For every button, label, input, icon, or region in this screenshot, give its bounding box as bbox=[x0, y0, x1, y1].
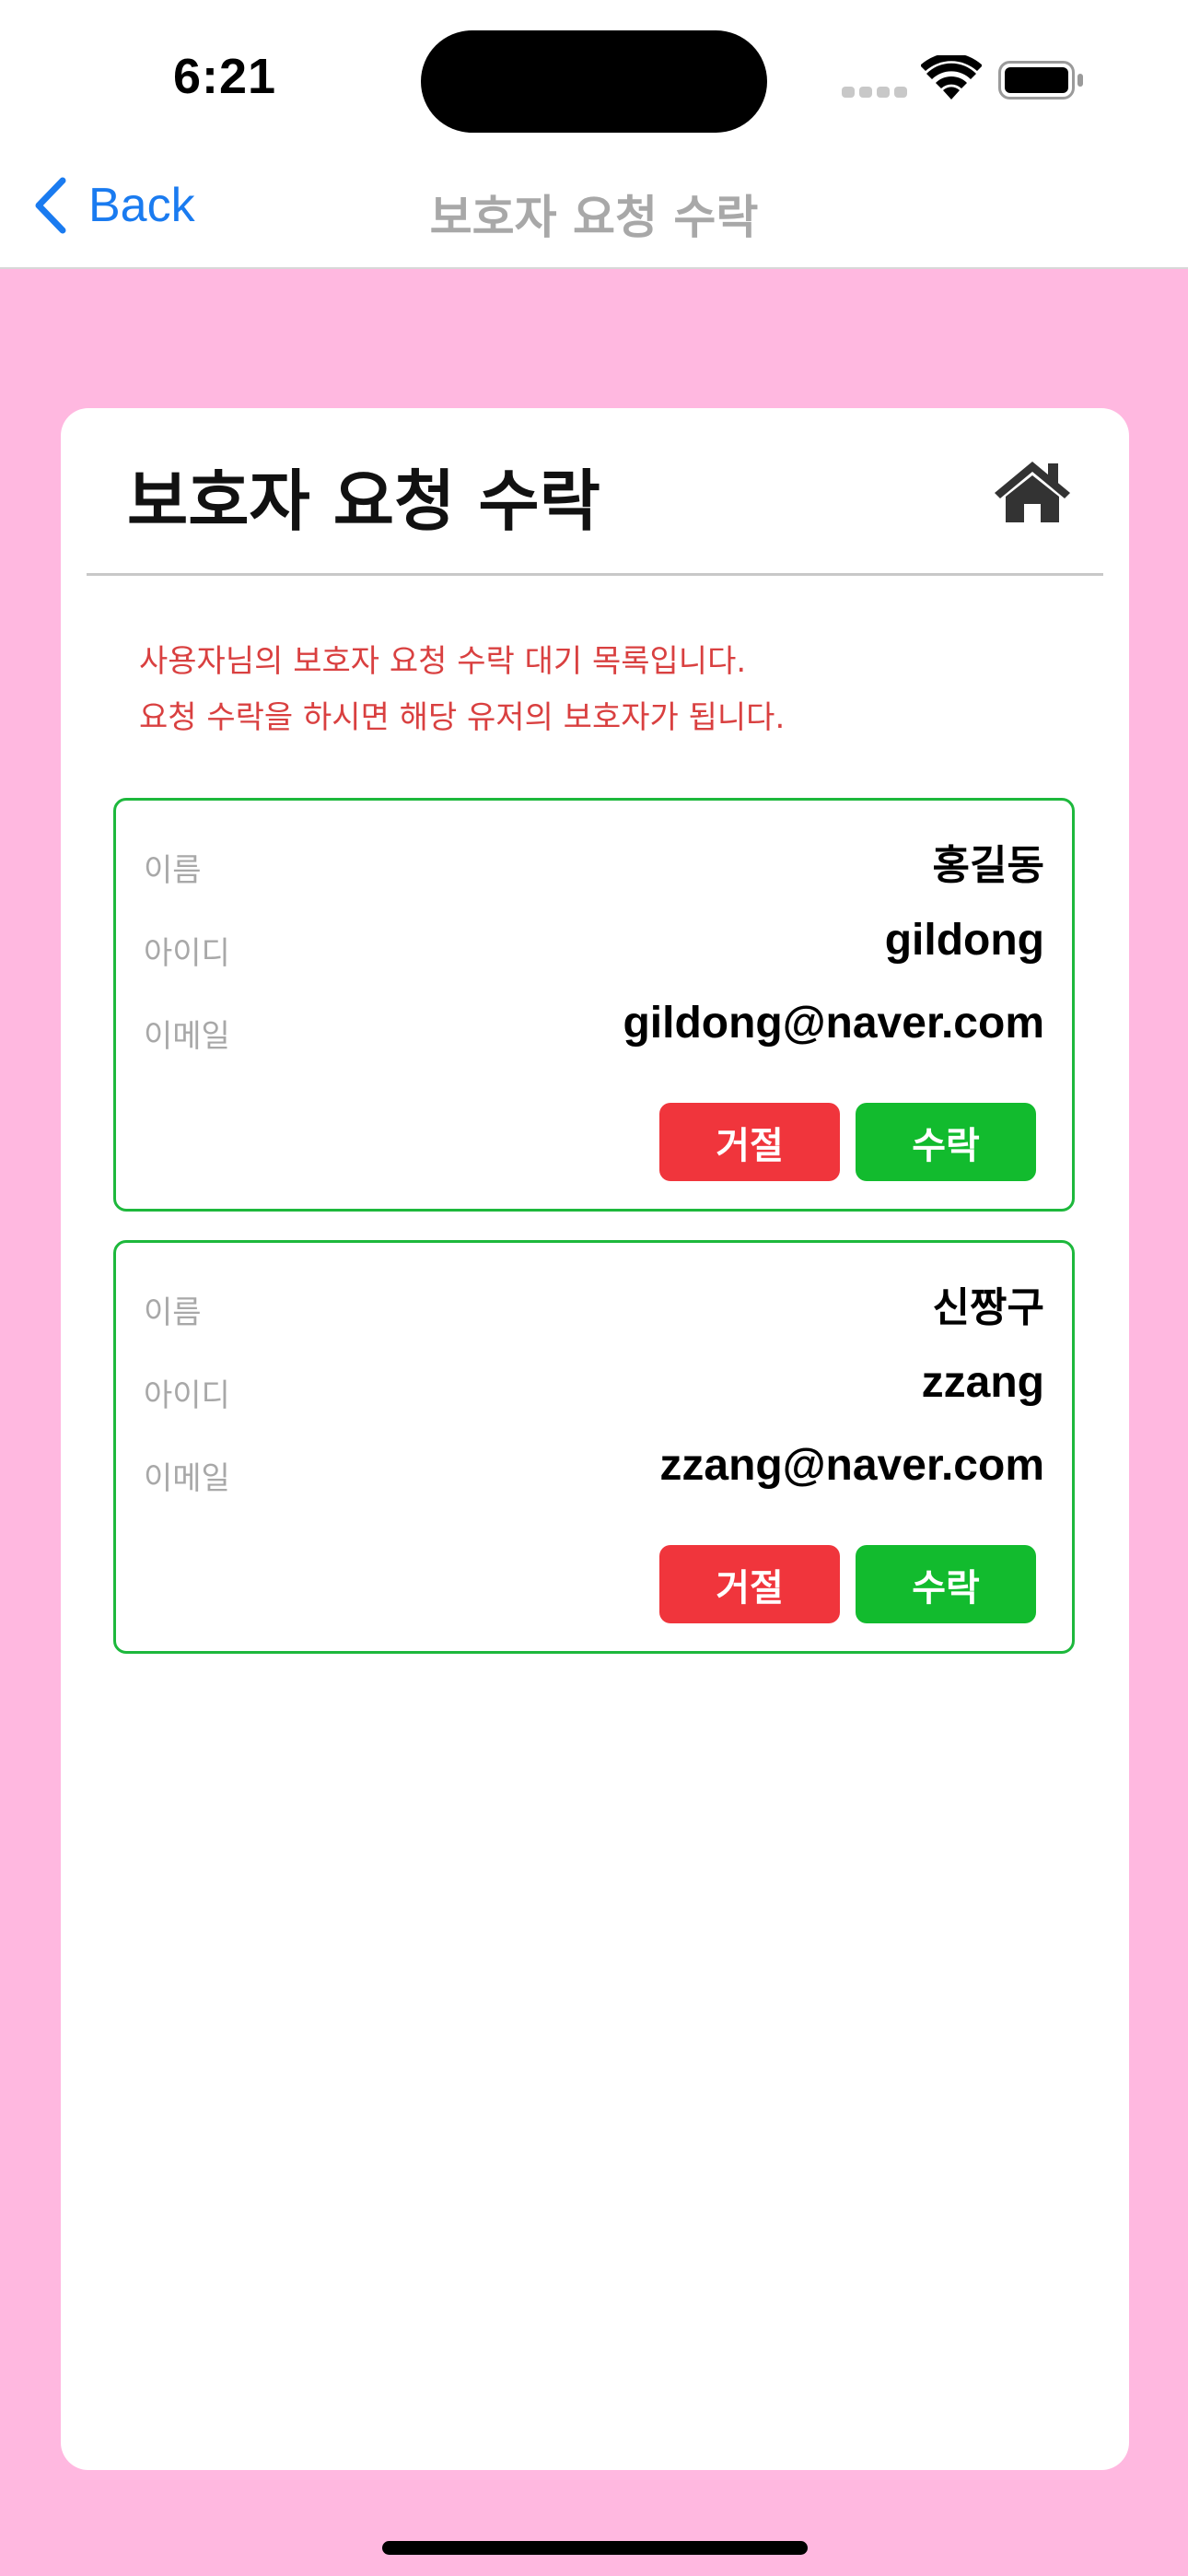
email-row: 이메일 zzang@naver.com bbox=[144, 1436, 1044, 1510]
id-row: 아이디 gildong bbox=[144, 911, 1044, 985]
wifi-icon bbox=[921, 55, 982, 100]
status-bar: 6:21 bbox=[0, 0, 1188, 147]
reject-button[interactable]: 거절 bbox=[659, 1103, 840, 1181]
name-label: 이름 bbox=[144, 1294, 202, 1331]
home-icon[interactable] bbox=[993, 458, 1072, 524]
accept-button[interactable]: 수락 bbox=[856, 1103, 1036, 1181]
dynamic-island bbox=[421, 30, 767, 133]
email-value: zzang@naver.com bbox=[659, 1441, 1044, 1490]
signal-icon bbox=[842, 87, 907, 98]
id-label: 아이디 bbox=[144, 935, 230, 972]
reject-button[interactable]: 거절 bbox=[659, 1545, 840, 1623]
id-value: zzang bbox=[921, 1358, 1044, 1407]
name-value: 홍길동 bbox=[932, 842, 1044, 889]
request-item: 이름 홍길동 아이디 gildong 이메일 gildong@naver.com… bbox=[113, 798, 1075, 1212]
card-header: 보호자 요청 수락 bbox=[87, 408, 1103, 576]
request-item: 이름 신짱구 아이디 zzang 이메일 zzang@naver.com 거절 … bbox=[113, 1240, 1075, 1654]
home-indicator[interactable] bbox=[382, 2541, 808, 2555]
name-row: 이름 홍길동 bbox=[144, 828, 1044, 902]
email-label: 이메일 bbox=[144, 1018, 230, 1055]
notice-line-1: 사용자님의 보호자 요청 수락 대기 목록입니다. bbox=[139, 643, 747, 680]
status-time: 6:21 bbox=[173, 49, 277, 104]
id-label: 아이디 bbox=[144, 1377, 230, 1414]
battery-icon bbox=[998, 61, 1083, 100]
nav-title: 보호자 요청 수락 bbox=[429, 191, 759, 244]
email-label: 이메일 bbox=[144, 1460, 230, 1497]
accept-button[interactable]: 수락 bbox=[856, 1545, 1036, 1623]
name-label: 이름 bbox=[144, 852, 202, 889]
notice-line-2: 요청 수락을 하시면 해당 유저의 보호자가 됩니다. bbox=[139, 699, 786, 736]
email-value: gildong@naver.com bbox=[623, 999, 1044, 1048]
id-value: gildong bbox=[884, 916, 1044, 965]
name-row: 이름 신짱구 bbox=[144, 1270, 1044, 1344]
page-title: 보호자 요청 수락 bbox=[127, 463, 600, 540]
name-value: 신짱구 bbox=[932, 1284, 1044, 1331]
navigation-bar: Back 보호자 요청 수락 bbox=[0, 147, 1188, 269]
email-row: 이메일 gildong@naver.com bbox=[144, 994, 1044, 1068]
notice-text: 사용자님의 보호자 요청 수락 대기 목록입니다. 요청 수락을 하시면 해당 … bbox=[139, 634, 1060, 746]
id-row: 아이디 zzang bbox=[144, 1353, 1044, 1427]
main-card: 보호자 요청 수락 사용자님의 보호자 요청 수락 대기 목록입니다. 요청 수… bbox=[61, 408, 1129, 2470]
